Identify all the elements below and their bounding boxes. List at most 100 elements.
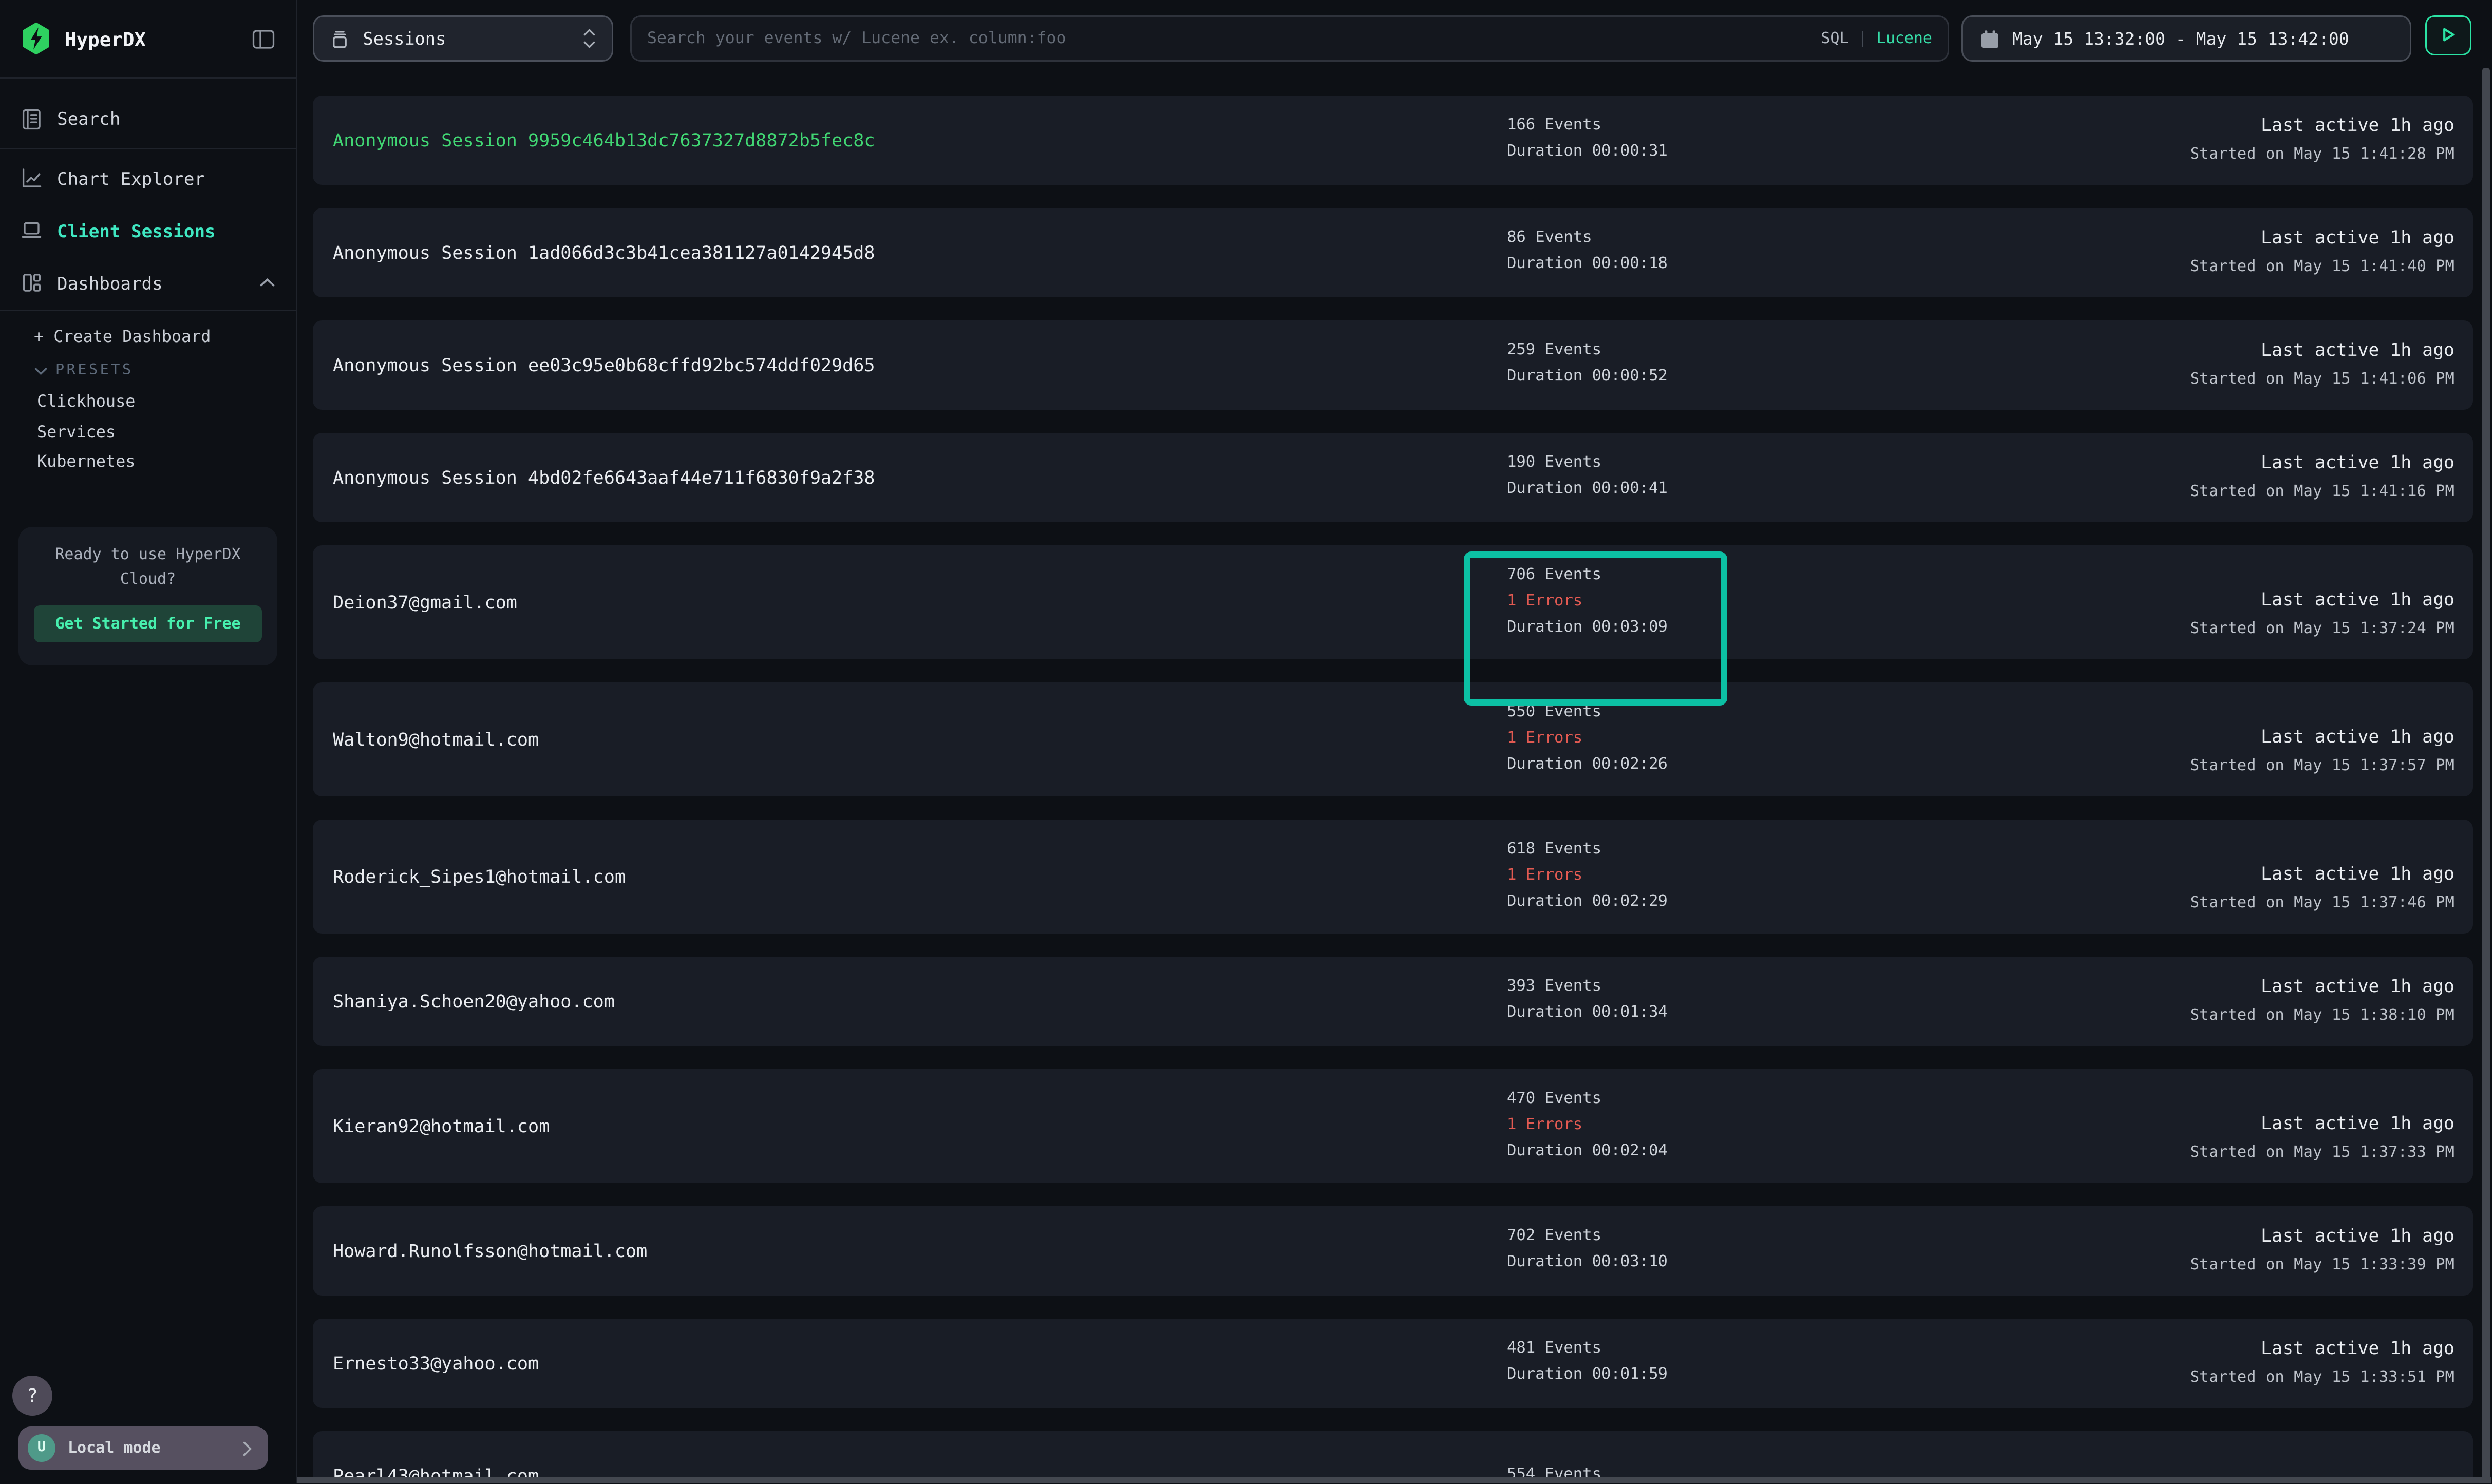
session-events: 706 Events <box>1507 563 1668 589</box>
session-meta: Last active 1h agoStarted on May 15 1:38… <box>2190 957 2455 1046</box>
session-meta: Last active 1h agoStarted on May 15 1:41… <box>2190 433 2455 522</box>
session-name-cell: Roderick_Sipes1@hotmail.com <box>333 820 626 934</box>
session-meta: Last active 1h agoStarted on May 15 1:37… <box>2190 1069 2455 1183</box>
session-started: Started on May 15 1:33:39 PM <box>2190 1252 2455 1279</box>
session-name: Kieran92@hotmail.com <box>333 1115 550 1137</box>
session-stats: 393 EventsDuration 00:01:34 <box>1507 957 1668 1046</box>
session-events: 618 Events <box>1507 838 1668 863</box>
sidebar-preset-clickhouse[interactable]: Clickhouse <box>37 393 135 411</box>
session-events: 259 Events <box>1507 339 1668 365</box>
session-row[interactable]: Ernesto33@yahoo.com481 EventsDuration 00… <box>313 1319 2473 1408</box>
session-events: 702 Events <box>1507 1225 1668 1251</box>
session-stats: 554 Events <box>1507 1431 1601 1484</box>
sidebar-divider <box>0 310 296 311</box>
session-name: Anonymous Session 9959c464b13dc7637327d8… <box>333 129 875 151</box>
session-name: Anonymous Session 1ad066d3c3b41cea381127… <box>333 242 875 263</box>
session-meta: Last active 1h ago Started on May 15 1:33… <box>2190 1319 2455 1408</box>
session-events: 86 Events <box>1507 227 1668 253</box>
session-name: Anonymous Session ee03c95e0b68cffd92bc57… <box>333 354 875 376</box>
cloud-promo-text-line1: Ready to use HyperDX <box>18 544 277 568</box>
laptop-icon <box>20 219 43 242</box>
session-duration: Duration 00:00:18 <box>1507 253 1668 279</box>
session-stats: 618 Events1 ErrorsDuration 00:02:29 <box>1507 820 1668 934</box>
session-events: 550 Events <box>1507 700 1668 726</box>
chart-icon <box>20 166 43 189</box>
collapse-sidebar-icon[interactable] <box>251 27 276 50</box>
session-stats: 470 Events1 ErrorsDuration 00:02:04 <box>1507 1069 1668 1183</box>
session-row[interactable]: Pearl43@hotmail.com554 EventsLast active… <box>313 1431 2473 1484</box>
create-dashboard-button[interactable]: + Create Dashboard <box>34 328 211 347</box>
session-last-active: Last active 1h ago <box>2261 861 2455 887</box>
sidebar-preset-services[interactable]: Services <box>37 423 116 442</box>
session-name-cell: Kieran92@hotmail.com <box>333 1069 550 1183</box>
presets-section-toggle[interactable]: PRESETS <box>34 362 134 379</box>
session-meta: Last active 1h agoStarted on May 15 1:41… <box>2190 320 2455 410</box>
session-row[interactable]: Anonymous Session ee03c95e0b68cffd92bc57… <box>313 320 2473 410</box>
session-errors: 1 Errors <box>1507 1113 1668 1139</box>
sidebar-item-search[interactable]: Search <box>0 92 296 145</box>
session-last-active: Last active 1h ago <box>2261 225 2455 251</box>
session-stats: 86 EventsDuration 00:00:18 <box>1507 208 1668 297</box>
session-row[interactable]: Shaniya.Schoen20@yahoo.com 393 EventsDura… <box>313 957 2473 1046</box>
sidebar-item-label: Dashboards <box>57 272 163 294</box>
session-row[interactable]: Roderick_Sipes1@hotmail.com 618 Events1 E… <box>313 820 2473 934</box>
session-name: Howard.Runolfsson@hotmail.com <box>333 1240 647 1262</box>
session-stats: 190 EventsDuration 00:00:41 <box>1507 433 1668 522</box>
journal-icon <box>20 107 43 130</box>
dashboard-layout-icon <box>20 271 43 294</box>
session-duration: Duration 00:01:59 <box>1507 1364 1668 1390</box>
session-list: Anonymous Session 9959c464b13dc7637327d8… <box>313 0 2473 1484</box>
session-started: Started on May 15 1:41:40 PM <box>2190 254 2455 280</box>
get-started-button[interactable]: Get Started for Free <box>34 605 262 642</box>
session-started: Started on May 15 1:41:06 PM <box>2190 367 2455 393</box>
sidebar-divider <box>0 148 296 149</box>
logo-row: HyperDX <box>0 0 296 79</box>
session-name-cell: Anonymous Session 4bd02fe6643aaf44e711f6… <box>333 433 875 522</box>
session-name: Deion37@gmail.com <box>333 592 517 613</box>
horizontal-scrollbar[interactable] <box>297 1477 2491 1484</box>
user-mode-label: Local mode <box>68 1440 161 1457</box>
session-started: Started on May 15 1:41:28 PM <box>2190 142 2455 168</box>
session-row[interactable]: Deion37@gmail.com706 Events1 ErrorsDurat… <box>313 545 2473 659</box>
session-stats: 550 Events1 ErrorsDuration 00:02:26 <box>1507 682 1668 796</box>
session-errors: 1 Errors <box>1507 589 1668 615</box>
app-window: HyperDX Search Chart <box>0 0 2492 1484</box>
sidebar-item-dashboards[interactable]: Dashboards <box>0 257 296 309</box>
session-row[interactable]: Howard.Runolfsson@hotmail.com 702 EventsD… <box>313 1206 2473 1296</box>
session-meta: Last active 1h agoStarted on May 15 1:37… <box>2190 682 2455 796</box>
session-last-active: Last active 1h ago <box>2261 587 2455 613</box>
session-stats: 702 EventsDuration 00:03:10 <box>1507 1206 1668 1296</box>
session-meta: Last active 1h agoStarted on May 15 1:33… <box>2190 1206 2455 1296</box>
session-name: Ernesto33@yahoo.com <box>333 1353 539 1374</box>
session-started: Started on May 15 1:33:51 PM <box>2190 1365 2455 1391</box>
sidebar-item-chart-explorer[interactable]: Chart Explorer <box>0 152 296 204</box>
session-events: 190 Events <box>1507 452 1668 478</box>
session-last-active: Last active 1h ago <box>2261 450 2455 476</box>
brand-name: HyperDX <box>65 27 146 50</box>
session-name-cell: Pearl43@hotmail.com <box>333 1431 539 1484</box>
help-button[interactable]: ? <box>12 1376 52 1416</box>
session-row[interactable]: Anonymous Session 9959c464b13dc7637327d8… <box>313 96 2473 185</box>
session-name-cell: Ernesto33@yahoo.com <box>333 1319 539 1408</box>
vertical-scrollbar[interactable] <box>2483 68 2490 1484</box>
cloud-promo-text-line2: Cloud? <box>18 568 277 593</box>
session-name: Roderick_Sipes1@hotmail.com <box>333 866 626 887</box>
session-row[interactable]: Kieran92@hotmail.com 470 Events1 ErrorsDu… <box>313 1069 2473 1183</box>
session-name-cell: Howard.Runolfsson@hotmail.com <box>333 1206 647 1296</box>
session-started: Started on May 15 1:37:33 PM <box>2190 1140 2455 1166</box>
sidebar-preset-kubernetes[interactable]: Kubernetes <box>37 453 135 471</box>
session-errors: 1 Errors <box>1507 727 1668 752</box>
session-stats: 259 EventsDuration 00:00:52 <box>1507 320 1668 410</box>
user-menu[interactable]: U Local mode <box>18 1426 268 1470</box>
session-name-cell: Shaniya.Schoen20@yahoo.com <box>333 957 615 1046</box>
session-row[interactable]: Walton9@hotmail.com550 Events1 ErrorsDur… <box>313 682 2473 796</box>
chevron-right-icon <box>242 1440 253 1457</box>
session-started: Started on May 15 1:37:46 PM <box>2190 890 2455 917</box>
session-row[interactable]: Anonymous Session 4bd02fe6643aaf44e711f6… <box>313 433 2473 522</box>
sidebar-item-client-sessions[interactable]: Client Sessions <box>0 204 296 257</box>
session-events: 166 Events <box>1507 115 1668 140</box>
session-last-active: Last active 1h ago <box>2261 1336 2455 1362</box>
session-duration: Duration 00:02:29 <box>1507 890 1668 916</box>
session-row[interactable]: Anonymous Session 1ad066d3c3b41cea381127… <box>313 208 2473 297</box>
chevron-up-icon[interactable] <box>259 277 276 288</box>
